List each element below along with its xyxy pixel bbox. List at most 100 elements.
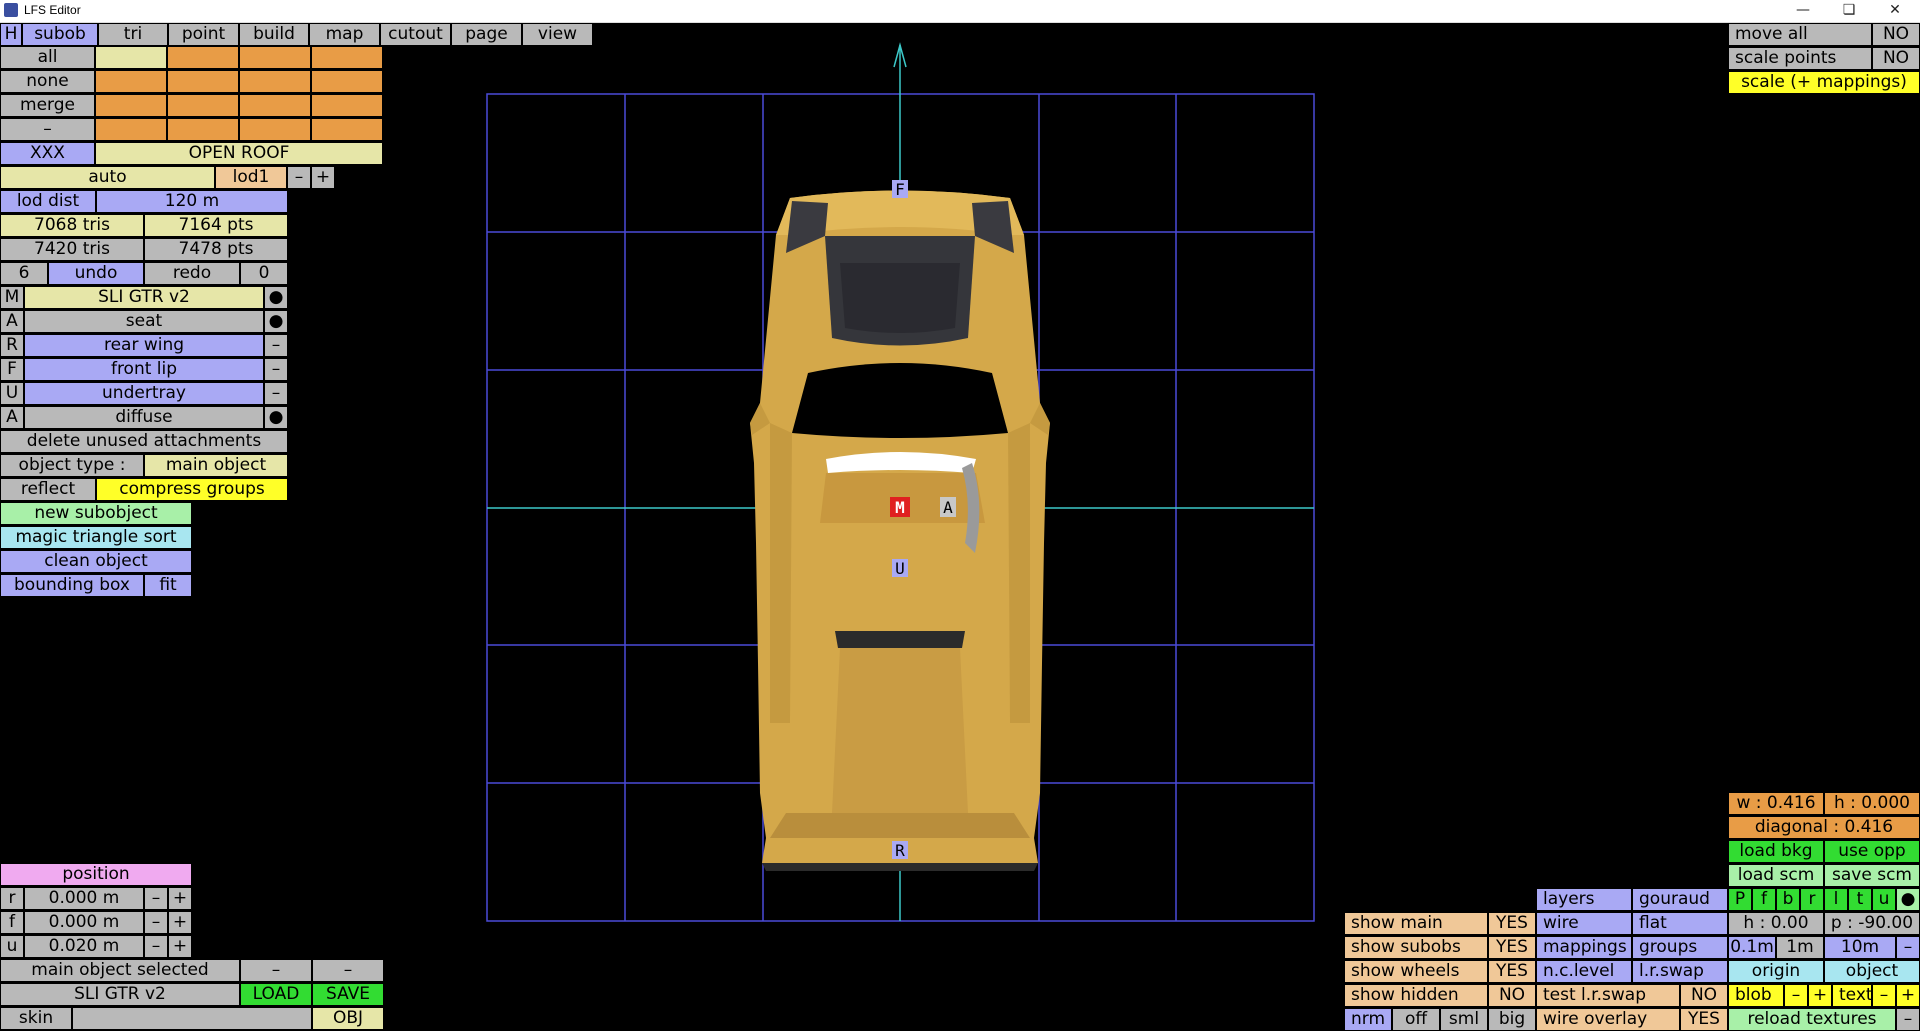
show-hidden-toggle[interactable]: NO [1488, 984, 1536, 1007]
color-swatch[interactable] [167, 46, 239, 69]
color-swatch[interactable] [239, 70, 311, 93]
tab-subob[interactable]: subob [22, 23, 98, 46]
color-swatch[interactable] [311, 118, 383, 141]
color-swatch[interactable] [95, 118, 167, 141]
tab-view[interactable]: view [522, 23, 593, 46]
clean-object-button[interactable]: clean object [0, 550, 192, 573]
view-p-button[interactable]: P [1728, 888, 1752, 911]
dash-button[interactable]: – [0, 118, 95, 141]
scale-mappings-button[interactable]: scale (+ mappings) [1728, 71, 1920, 94]
minimize-icon[interactable]: — [1780, 0, 1826, 22]
test-lr-swap-toggle[interactable]: NO [1680, 984, 1728, 1007]
lod-minus-button[interactable]: – [287, 166, 311, 189]
skin-field[interactable] [72, 1007, 312, 1030]
origin-button[interactable]: origin [1728, 960, 1824, 983]
compress-groups-button[interactable]: compress groups [96, 478, 288, 501]
lod-plus-button[interactable]: + [311, 166, 335, 189]
open-roof-button[interactable]: OPEN ROOF [95, 142, 383, 165]
color-swatch[interactable] [239, 94, 311, 117]
color-swatch[interactable] [95, 46, 167, 69]
reflect-button[interactable]: reflect [0, 478, 96, 501]
mappings-button[interactable]: mappings [1536, 936, 1632, 959]
save-scm-button[interactable]: save scm [1824, 864, 1920, 887]
position-plus-button[interactable]: + [168, 887, 192, 910]
tab-map[interactable]: map [309, 23, 380, 46]
blob-plus-button[interactable]: + [1808, 984, 1832, 1007]
scale-0.1m-button[interactable]: 0.1m [1728, 936, 1776, 959]
tab-cutout[interactable]: cutout [380, 23, 451, 46]
lr-swap-button[interactable]: l.r.swap [1632, 960, 1728, 983]
subobject-visibility-toggle[interactable]: – [264, 358, 288, 381]
wire-button[interactable]: wire [1536, 912, 1632, 935]
h-button[interactable]: H [0, 23, 22, 46]
color-swatch[interactable] [311, 70, 383, 93]
view-l-button[interactable]: l [1824, 888, 1848, 911]
view-r-button[interactable]: r [1800, 888, 1824, 911]
color-swatch[interactable] [311, 46, 383, 69]
bounding-box-button[interactable]: bounding box [0, 574, 144, 597]
color-swatch[interactable] [95, 70, 167, 93]
subobject-item[interactable]: front lip [24, 358, 264, 381]
scale-1m-button[interactable]: 1m [1776, 936, 1824, 959]
position-value[interactable]: 0.000 m [24, 911, 144, 934]
subobject-item[interactable]: SLI GTR v2 [24, 286, 264, 309]
gouraud-button[interactable]: gouraud [1632, 888, 1728, 911]
text-minus-button[interactable]: – [1872, 984, 1896, 1007]
nrm-button[interactable]: nrm [1344, 1008, 1392, 1031]
fit-button[interactable]: fit [144, 574, 192, 597]
color-swatch[interactable] [311, 94, 383, 117]
lod-button[interactable]: lod1 [215, 166, 287, 189]
obj-button[interactable]: OBJ [312, 1007, 384, 1030]
new-subobject-button[interactable]: new subobject [0, 502, 192, 525]
subobject-visibility-toggle[interactable]: ● [264, 406, 288, 429]
show-wheels-toggle[interactable]: YES [1488, 960, 1536, 983]
auto-button[interactable]: auto [0, 166, 215, 189]
select-none-button[interactable]: none [0, 70, 95, 93]
tab-build[interactable]: build [239, 23, 309, 46]
object-button[interactable]: object [1824, 960, 1920, 983]
object-type-value[interactable]: main object [144, 454, 288, 477]
reload-minus-button[interactable]: – [1896, 1008, 1920, 1031]
dash-button[interactable]: – [312, 959, 384, 982]
dash-button[interactable]: – [240, 959, 312, 982]
position-minus-button[interactable]: – [144, 887, 168, 910]
tab-tri[interactable]: tri [98, 23, 168, 46]
sml-button[interactable]: sml [1440, 1008, 1488, 1031]
xxx-button[interactable]: XXX [0, 142, 95, 165]
delete-unused-attachments-button[interactable]: delete unused attachments [0, 430, 288, 453]
subobject-item[interactable]: undertray [24, 382, 264, 405]
show-subobs-toggle[interactable]: YES [1488, 936, 1536, 959]
magic-triangle-sort-button[interactable]: magic triangle sort [0, 526, 192, 549]
subobject-visibility-toggle[interactable]: ● [264, 286, 288, 309]
flat-button[interactable]: flat [1632, 912, 1728, 935]
scale-minus-button[interactable]: – [1896, 936, 1920, 959]
redo-button[interactable]: redo [144, 262, 240, 285]
use-opp-button[interactable]: use opp [1824, 840, 1920, 863]
view-dot-button[interactable]: ● [1896, 888, 1920, 911]
view-b-button[interactable]: b [1776, 888, 1800, 911]
load-button[interactable]: LOAD [240, 983, 312, 1006]
position-plus-button[interactable]: + [168, 935, 192, 958]
subobject-item[interactable]: diffuse [24, 406, 264, 429]
color-swatch[interactable] [239, 46, 311, 69]
load-scm-button[interactable]: load scm [1728, 864, 1824, 887]
tab-point[interactable]: point [168, 23, 239, 46]
reload-textures-button[interactable]: reload textures [1728, 1008, 1896, 1031]
close-icon[interactable]: ✕ [1872, 0, 1918, 22]
groups-button[interactable]: groups [1632, 936, 1728, 959]
wire-overlay-toggle[interactable]: YES [1680, 1008, 1728, 1031]
undo-button[interactable]: undo [48, 262, 144, 285]
scale-10m-button[interactable]: 10m [1824, 936, 1896, 959]
nc-level-button[interactable]: n.c.level [1536, 960, 1632, 983]
merge-button[interactable]: merge [0, 94, 95, 117]
off-button[interactable]: off [1392, 1008, 1440, 1031]
color-swatch[interactable] [95, 94, 167, 117]
position-value[interactable]: 0.000 m [24, 887, 144, 910]
big-button[interactable]: big [1488, 1008, 1536, 1031]
text-plus-button[interactable]: + [1896, 984, 1920, 1007]
view-t-button[interactable]: t [1848, 888, 1872, 911]
subobject-visibility-toggle[interactable]: – [264, 382, 288, 405]
blob-minus-button[interactable]: – [1784, 984, 1808, 1007]
subobject-visibility-toggle[interactable]: – [264, 334, 288, 357]
position-minus-button[interactable]: – [144, 911, 168, 934]
